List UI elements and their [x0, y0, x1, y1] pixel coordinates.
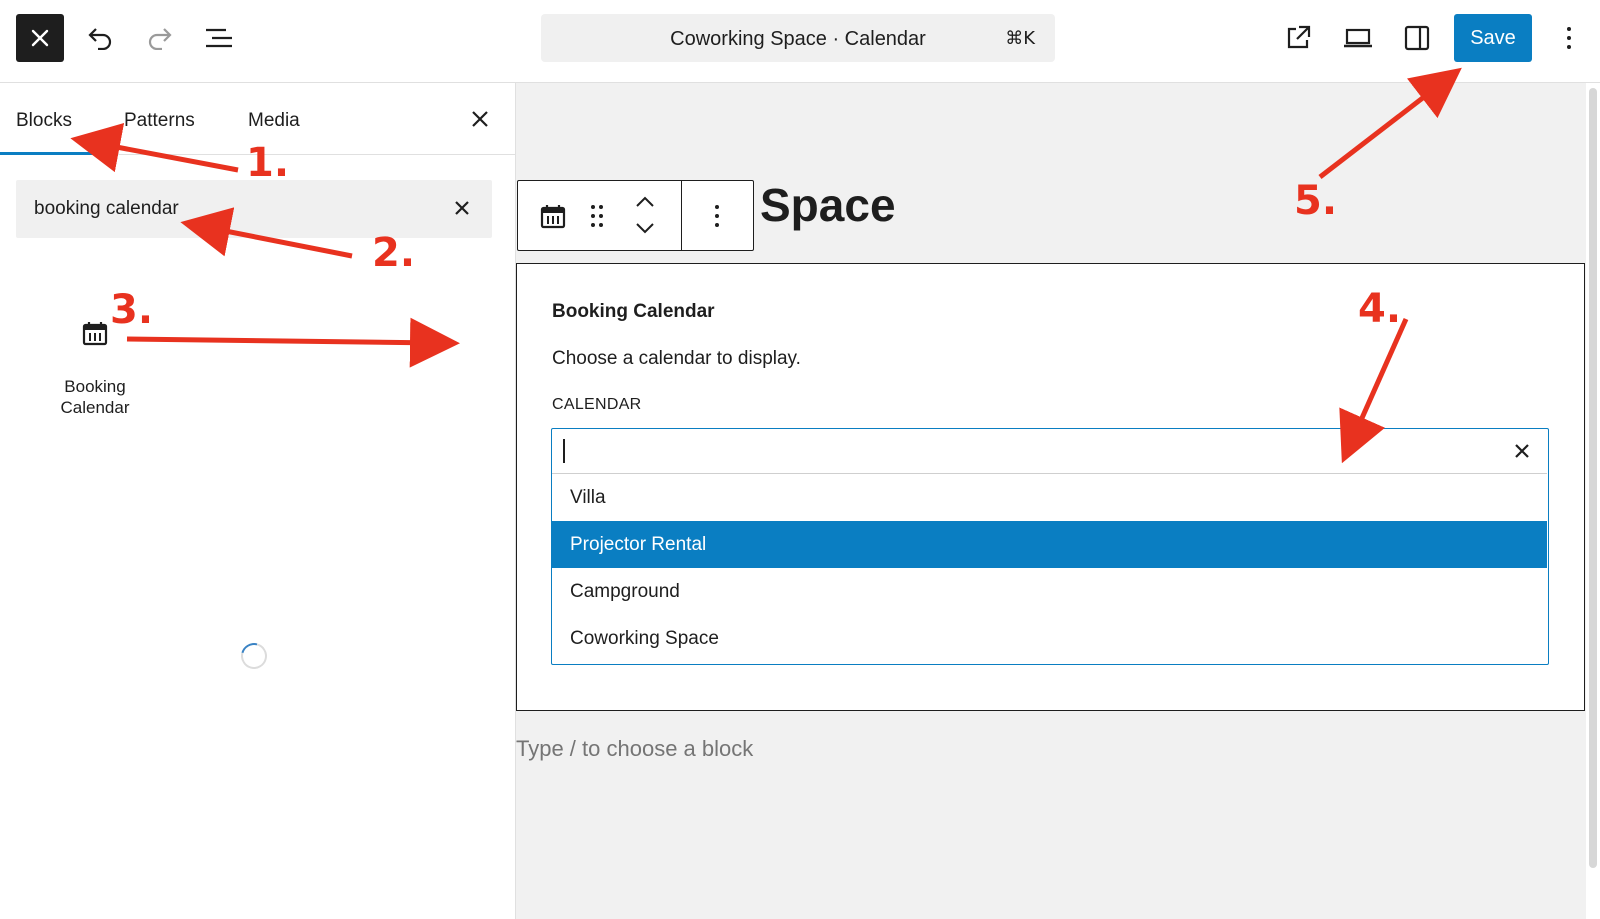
drag-handle-icon — [591, 205, 603, 227]
calendar-field-label: CALENDAR — [552, 396, 642, 413]
clear-selection-button[interactable] — [1511, 440, 1533, 462]
move-down-button[interactable] — [630, 217, 660, 239]
calendar-icon — [540, 205, 566, 229]
document-title: Coworking Space · Calendar — [670, 28, 926, 50]
calendar-option-projector-rental[interactable]: Projector Rental — [552, 521, 1547, 568]
tab-media[interactable]: Media — [248, 110, 300, 132]
block-title: Booking Calendar — [552, 301, 715, 322]
annotation-step-2: 2. — [372, 230, 416, 276]
command-shortcut: ⌘K — [1005, 28, 1035, 49]
list-view-icon — [206, 28, 232, 48]
external-link-icon — [1287, 25, 1311, 49]
laptop-icon — [1344, 28, 1372, 48]
redo-button[interactable] — [142, 20, 178, 56]
close-icon — [455, 201, 469, 215]
page-title[interactable]: Space — [760, 178, 896, 232]
block-inserter-panel: Blocks Patterns Media booking calendar B… — [0, 83, 516, 919]
tab-patterns[interactable]: Patterns — [124, 110, 195, 132]
view-site-button[interactable] — [1280, 20, 1316, 56]
text-caret — [563, 439, 565, 463]
calendar-combobox[interactable]: Villa Projector Rental Campground Cowork… — [551, 428, 1549, 665]
undo-button[interactable] — [82, 20, 118, 56]
annotation-step-3: 3. — [110, 287, 154, 333]
calendar-option-coworking-space[interactable]: Coworking Space — [552, 615, 1547, 662]
more-vertical-icon — [1567, 27, 1571, 49]
calendar-option-campground[interactable]: Campground — [552, 568, 1547, 615]
block-appender-placeholder[interactable]: Type / to choose a block — [516, 736, 753, 762]
calendar-search-input[interactable] — [552, 429, 1547, 474]
calendar-option-villa[interactable]: Villa — [552, 474, 1547, 521]
block-type-button[interactable] — [538, 201, 568, 231]
sidebar-toggle-icon — [1404, 25, 1430, 51]
document-overview-button[interactable] — [201, 20, 237, 56]
block-toolbar — [517, 180, 754, 251]
editor-header: Coworking Space · Calendar ⌘K Save — [0, 0, 1600, 83]
redo-icon — [148, 28, 172, 50]
active-tab-indicator — [0, 152, 102, 155]
chevron-down-icon — [636, 223, 654, 234]
more-vertical-icon — [715, 205, 719, 227]
options-menu-button[interactable] — [1551, 20, 1587, 56]
block-options-button[interactable] — [704, 201, 730, 231]
block-result-label: Booking Calendar — [60, 377, 130, 417]
drag-handle[interactable] — [586, 201, 608, 231]
search-value: booking calendar — [34, 198, 179, 219]
save-button[interactable]: Save — [1454, 14, 1532, 62]
canvas-scrollbar[interactable] — [1589, 88, 1597, 868]
close-panel-button[interactable] — [466, 105, 494, 133]
chevron-up-icon — [636, 196, 654, 207]
block-result-booking-calendar[interactable]: Booking Calendar — [40, 319, 150, 429]
close-icon — [472, 111, 488, 127]
move-up-button[interactable] — [630, 191, 660, 213]
settings-sidebar-button[interactable] — [1399, 20, 1435, 56]
close-inserter-button[interactable] — [16, 14, 64, 62]
calendar-icon — [82, 322, 108, 346]
block-description: Choose a calendar to display. — [552, 348, 801, 369]
annotation-step-1: 1. — [246, 140, 290, 186]
close-icon — [31, 29, 49, 47]
block-search-input[interactable]: booking calendar — [16, 180, 492, 238]
booking-calendar-block[interactable]: Booking Calendar Choose a calendar to di… — [516, 263, 1585, 711]
close-icon — [1515, 444, 1529, 458]
device-preview-button[interactable] — [1340, 20, 1376, 56]
undo-icon — [88, 28, 112, 50]
loading-spinner — [236, 638, 272, 674]
annotation-step-5: 5. — [1294, 178, 1338, 224]
annotation-step-4: 4. — [1358, 286, 1402, 332]
toolbar-divider — [681, 181, 682, 250]
command-palette-bar[interactable]: Coworking Space · Calendar ⌘K — [541, 14, 1055, 62]
tab-blocks[interactable]: Blocks — [16, 110, 72, 132]
clear-search-button[interactable] — [450, 196, 474, 220]
